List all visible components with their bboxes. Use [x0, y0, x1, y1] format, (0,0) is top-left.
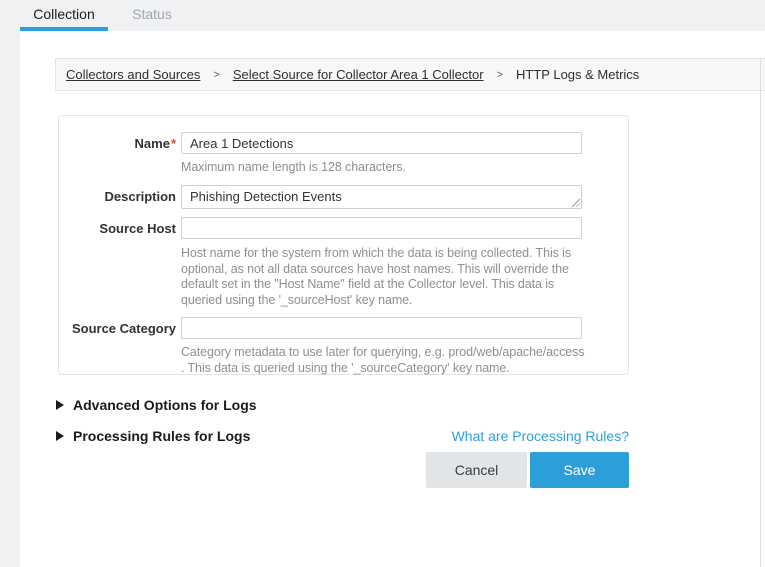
tab-status[interactable]: Status [123, 0, 181, 31]
section-advanced-options[interactable]: Advanced Options for Logs [56, 397, 257, 413]
tab-bar: Collection Status [0, 0, 765, 31]
collapsed-caret-icon [56, 431, 64, 441]
section-processing-rules-label: Processing Rules for Logs [73, 428, 250, 444]
description-label: Description [59, 189, 176, 204]
source-config-card: Name* Maximum name length is 128 charact… [58, 115, 629, 375]
source-category-label: Source Category [59, 321, 176, 336]
name-hint: Maximum name length is 128 characters. [181, 160, 585, 176]
source-host-input[interactable] [181, 217, 582, 239]
breadcrumb-separator: > [213, 69, 219, 81]
required-asterisk: * [171, 136, 176, 151]
source-category-hint: Category metadata to use later for query… [181, 345, 585, 376]
source-host-label: Source Host [59, 221, 176, 236]
processing-rules-help-link[interactable]: What are Processing Rules? [452, 428, 629, 444]
description-textarea[interactable]: Phishing Detection Events [181, 185, 582, 209]
cancel-button[interactable]: Cancel [426, 452, 527, 488]
section-advanced-options-label: Advanced Options for Logs [73, 397, 257, 413]
tab-status-label: Status [132, 6, 172, 22]
collapsed-caret-icon [56, 400, 64, 410]
breadcrumb-separator: > [497, 69, 503, 81]
name-label: Name* [59, 136, 176, 151]
breadcrumb-link-select-source[interactable]: Select Source for Collector Area 1 Colle… [233, 67, 484, 82]
breadcrumb: Collectors and Sources > Select Source f… [55, 58, 765, 91]
source-category-input[interactable] [181, 317, 582, 339]
tab-collection[interactable]: Collection [20, 0, 108, 31]
source-host-hint: Host name for the system from which the … [181, 246, 585, 308]
breadcrumb-current-page: HTTP Logs & Metrics [516, 67, 639, 82]
page-right-edge-line [760, 58, 761, 567]
save-button[interactable]: Save [530, 452, 629, 488]
tab-collection-label: Collection [33, 6, 94, 22]
breadcrumb-link-collectors-and-sources[interactable]: Collectors and Sources [66, 67, 200, 82]
name-input[interactable] [181, 132, 582, 154]
section-processing-rules[interactable]: Processing Rules for Logs [56, 428, 250, 444]
